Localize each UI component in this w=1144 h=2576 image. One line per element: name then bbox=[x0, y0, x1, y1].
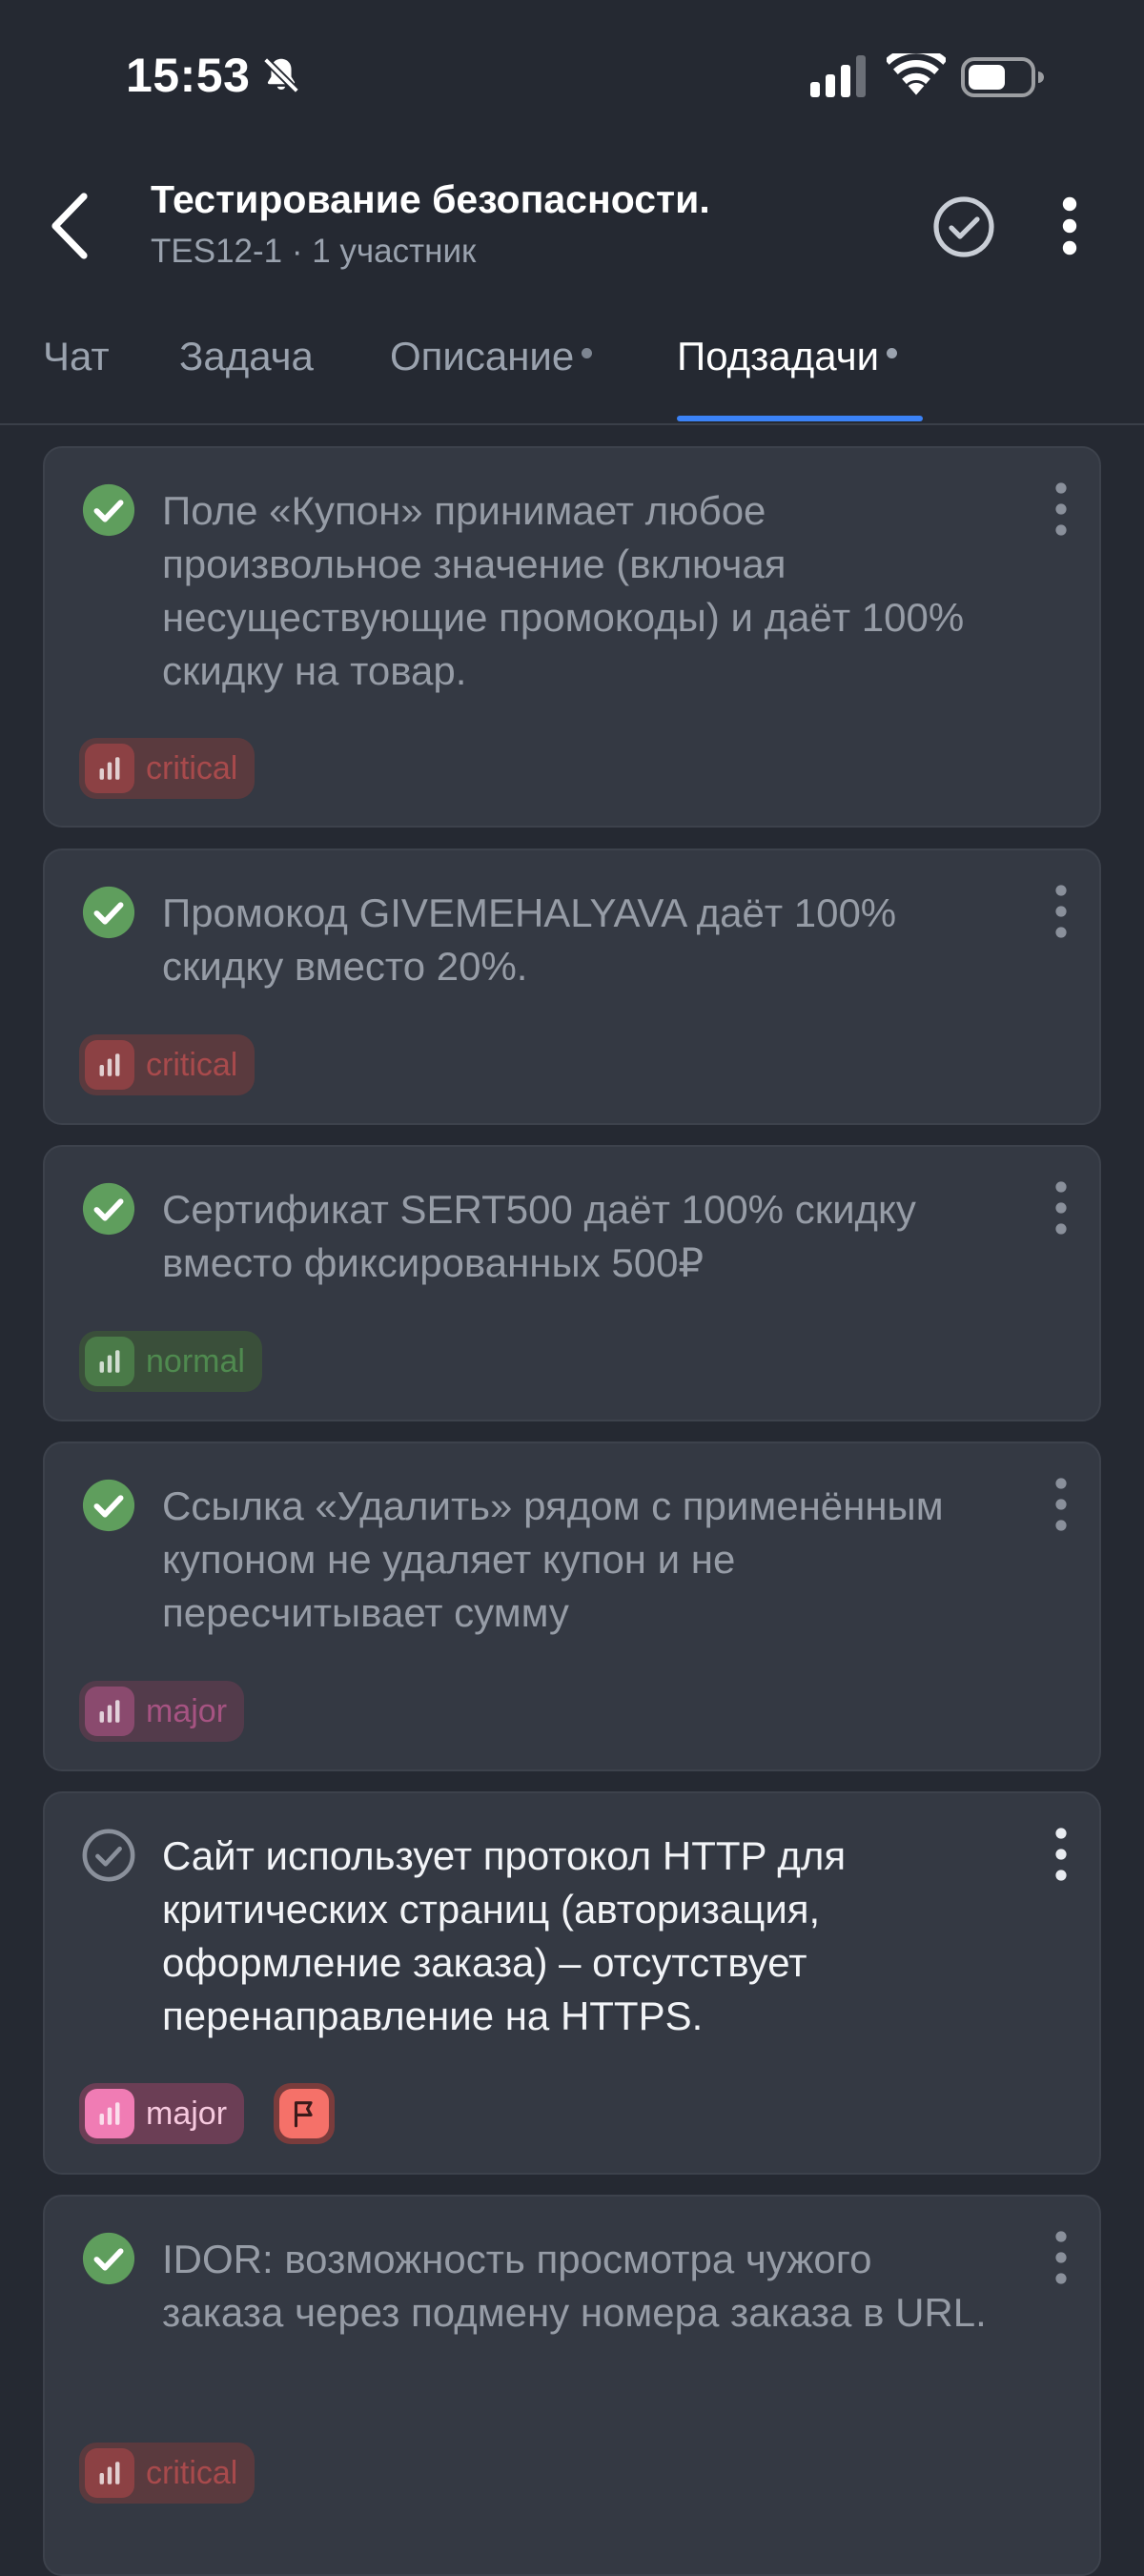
tab-subtasks-label: Подзадачи bbox=[677, 334, 880, 378]
page-title: Тестирование безопасности. bbox=[151, 177, 710, 221]
priority-badge[interactable]: major bbox=[79, 1681, 245, 1742]
subtask-card[interactable]: Ссылка «Удалить» рядом с применённым куп… bbox=[43, 1441, 1101, 1771]
done-check-icon[interactable] bbox=[81, 885, 136, 940]
priority-badge[interactable]: critical bbox=[79, 1034, 255, 1095]
tab-subtasks[interactable]: Подзадачи bbox=[677, 334, 898, 379]
complete-task-check-icon[interactable] bbox=[932, 195, 995, 258]
tab-task[interactable]: Задача bbox=[179, 334, 314, 379]
subtask-text: Сайт использует протокол HTTP для критич… bbox=[162, 1833, 847, 2038]
priority-bars-icon bbox=[85, 744, 134, 793]
priority-badge[interactable]: critical bbox=[79, 2443, 255, 2504]
tab-subtasks-dot bbox=[887, 348, 898, 359]
battery-icon bbox=[961, 57, 1044, 97]
priority-bars-icon bbox=[85, 1040, 134, 1090]
subtask-more-icon[interactable] bbox=[1052, 1826, 1071, 1883]
status-bar: 15:53 bbox=[0, 0, 1144, 153]
status-time: 15:53 bbox=[126, 49, 251, 102]
subtask-card[interactable]: Сертификат SERT500 даёт 100% скидку вмес… bbox=[43, 1145, 1101, 1421]
tab-chat-label: Чат bbox=[43, 334, 110, 378]
subtask-more-icon[interactable] bbox=[1052, 2229, 1071, 2286]
tab-description-label: Описание bbox=[390, 334, 575, 378]
priority-label: major bbox=[146, 2095, 228, 2132]
wifi-icon bbox=[887, 53, 946, 95]
subtask-text: Промокод GIVEMEHALYAVA даёт 100% скидку … bbox=[162, 890, 897, 989]
tab-task-label: Задача bbox=[179, 334, 314, 378]
done-check-icon[interactable] bbox=[81, 482, 136, 538]
tab-chat[interactable]: Чат bbox=[43, 334, 110, 379]
done-check-icon[interactable] bbox=[81, 1181, 136, 1237]
tab-description[interactable]: Описание bbox=[390, 334, 593, 379]
priority-bars-icon bbox=[85, 1687, 134, 1736]
tab-bar: Чат Задача Описание Подзадачи bbox=[0, 320, 1144, 425]
priority-bars-icon bbox=[85, 2089, 134, 2138]
priority-label: normal bbox=[146, 1342, 245, 1380]
subtask-text: Ссылка «Удалить» рядом с применённым куп… bbox=[162, 1483, 944, 1635]
priority-bars-icon bbox=[85, 1337, 134, 1386]
page-subtitle: TES12-1 · 1 участник bbox=[151, 233, 477, 270]
tab-description-dot bbox=[582, 348, 593, 359]
subtask-card[interactable]: IDOR: возможность просмотра чужого заказ… bbox=[43, 2195, 1101, 2576]
active-tab-indicator bbox=[677, 416, 923, 421]
priority-badge[interactable]: major bbox=[79, 2083, 245, 2144]
subtask-card[interactable]: Промокод GIVEMEHALYAVA даёт 100% скидку … bbox=[43, 848, 1101, 1125]
bell-muted-icon bbox=[262, 56, 300, 94]
flag-badge[interactable] bbox=[274, 2083, 335, 2144]
priority-label: major bbox=[146, 1692, 228, 1729]
more-vertical-icon[interactable] bbox=[1049, 194, 1091, 257]
subtask-text: Сертификат SERT500 даёт 100% скидку вмес… bbox=[162, 1187, 916, 1285]
subtask-more-icon[interactable] bbox=[1052, 1179, 1071, 1237]
priority-badge[interactable]: critical bbox=[79, 738, 255, 799]
undone-check-icon[interactable] bbox=[81, 1828, 136, 1883]
priority-label: critical bbox=[146, 2454, 238, 2491]
priority-bars-icon bbox=[85, 2448, 134, 2498]
back-arrow-icon[interactable] bbox=[46, 191, 92, 261]
flag-icon bbox=[279, 2089, 329, 2138]
priority-label: critical bbox=[146, 749, 238, 787]
subtask-text: Поле «Купон» принимает любое произвольно… bbox=[162, 488, 965, 693]
done-check-icon[interactable] bbox=[81, 1478, 136, 1533]
priority-badge[interactable]: normal bbox=[79, 1331, 262, 1392]
subtask-card[interactable]: Поле «Купон» принимает любое произвольно… bbox=[43, 446, 1101, 828]
subtask-more-icon[interactable] bbox=[1052, 480, 1071, 538]
subtask-card[interactable]: Сайт использует протокол HTTP для критич… bbox=[43, 1791, 1101, 2175]
subtask-more-icon[interactable] bbox=[1052, 883, 1071, 940]
done-check-icon[interactable] bbox=[81, 2231, 136, 2286]
subtask-text: IDOR: возможность просмотра чужого заказ… bbox=[162, 2237, 987, 2335]
priority-label: critical bbox=[146, 1046, 238, 1083]
subtask-more-icon[interactable] bbox=[1052, 1476, 1071, 1533]
cellular-signal-icon bbox=[810, 55, 866, 97]
